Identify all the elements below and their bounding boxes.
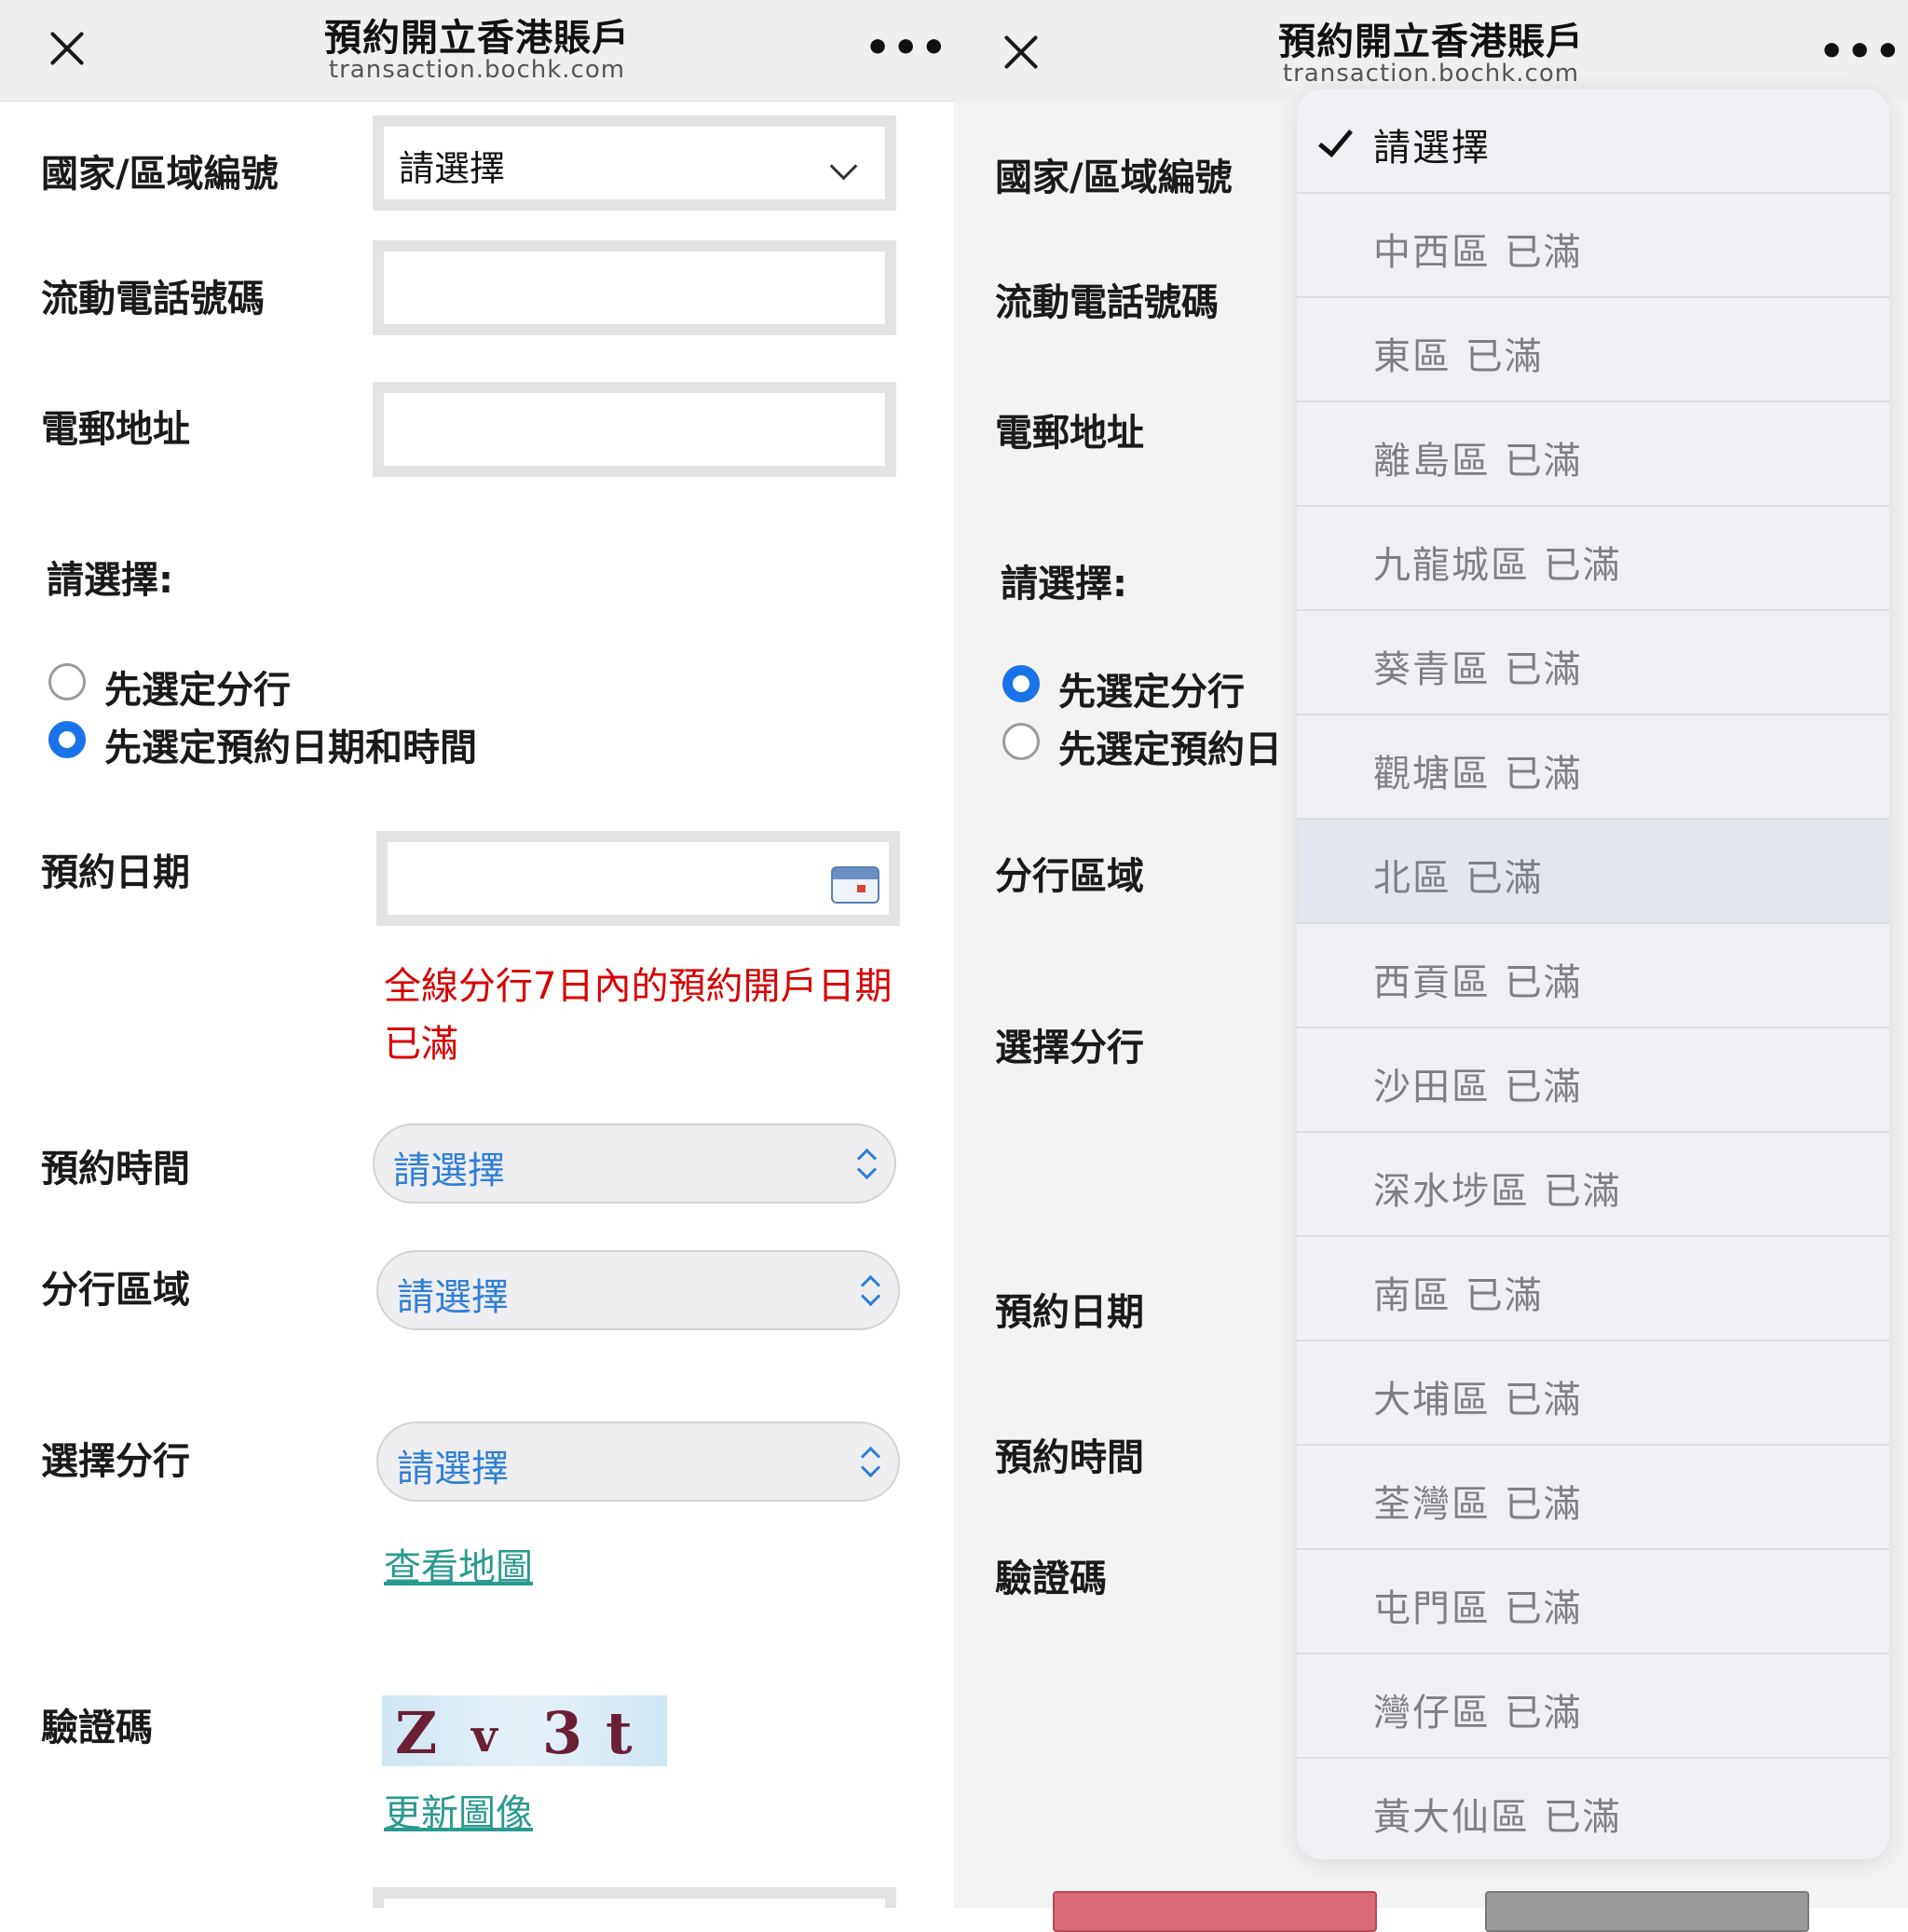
page-title: 預約開立香港賬戶	[244, 7, 710, 61]
left-screen: 預約開立香港賬戶 transaction.bochk.com ••• 國家/區域…	[0, 0, 954, 1908]
radio-branch-first-label[interactable]: 先選定分行	[104, 660, 291, 714]
browser-topbar: 預約開立香港賬戶 transaction.bochk.com •••	[0, 0, 954, 102]
dropdown-option-label: 請選擇	[1373, 117, 1491, 171]
branch-select[interactable]: 請選擇	[376, 1422, 900, 1502]
region-dropdown-menu: 請選擇 中西區 已滿東區 已滿離島區 已滿九龍城區 已滿葵青區 已滿觀塘區 已滿…	[1297, 89, 1889, 1859]
date-full-notice: 全線分行7日內的預約開戶日期已滿	[384, 958, 906, 1073]
dropdown-option-label: 九龍城區 已滿	[1373, 535, 1622, 589]
choose-heading: 請選擇:	[47, 550, 173, 604]
dropdown-option[interactable]: 北區 已滿	[1297, 820, 1889, 924]
calendar-icon[interactable]	[831, 866, 879, 904]
branch-label: 選擇分行	[41, 1431, 190, 1485]
mobile-label: 流動電話號碼	[41, 268, 265, 322]
email-label: 電郵地址	[41, 399, 190, 453]
dropdown-option[interactable]: 黃大仙區 已滿	[1297, 1759, 1889, 1859]
dropdown-option-label: 北區 已滿	[1373, 848, 1544, 902]
dropdown-option[interactable]: 西貢區 已滿	[1297, 924, 1889, 1028]
refresh-image-link[interactable]: 更新圖像	[384, 1783, 533, 1837]
dropdown-option[interactable]: 灣仔區 已滿	[1297, 1654, 1889, 1759]
email-label: 電郵地址	[995, 402, 1144, 456]
dropdown-option-label: 東區 已滿	[1373, 326, 1544, 380]
time-select[interactable]: 請選擇	[373, 1123, 896, 1204]
country-code-value: 請選擇	[399, 140, 505, 191]
captcha-label: 驗證碼	[995, 1548, 1107, 1602]
captcha-label: 驗證碼	[41, 1697, 153, 1751]
page-title: 預約開立香港賬戶	[1198, 11, 1664, 65]
dropdown-option[interactable]: 葵青區 已滿	[1297, 611, 1889, 715]
region-label: 分行區域	[41, 1259, 190, 1313]
country-code-label: 國家/區域編號	[41, 143, 279, 197]
select-arrows-icon	[855, 1146, 878, 1183]
radio-date-first-label[interactable]: 先選定預約日	[1058, 719, 1282, 773]
chevron-down-icon	[830, 153, 858, 181]
dropdown-option-label: 大埔區 已滿	[1373, 1369, 1583, 1423]
dropdown-option-label: 葵青區 已滿	[1373, 639, 1583, 693]
branch-select-value: 請選擇	[397, 1438, 509, 1492]
region-select-value: 請選擇	[397, 1267, 509, 1321]
radio-branch-first[interactable]	[48, 663, 86, 701]
dropdown-option[interactable]: 中西區 已滿	[1297, 194, 1889, 298]
dropdown-option-label: 屯門區 已滿	[1373, 1578, 1583, 1632]
mobile-field[interactable]	[373, 240, 896, 335]
checkmark-icon	[1318, 121, 1353, 157]
close-icon[interactable]	[999, 30, 1043, 75]
dropdown-option-label: 深水埗區 已滿	[1373, 1161, 1622, 1215]
time-label: 預約時間	[41, 1138, 190, 1192]
mobile-label: 流動電話號碼	[995, 272, 1219, 326]
close-icon[interactable]	[45, 26, 89, 71]
time-label: 預約時間	[995, 1427, 1144, 1481]
region-label: 分行區域	[995, 846, 1144, 900]
dropdown-option[interactable]: 九龍城區 已滿	[1297, 507, 1889, 611]
date-label: 預約日期	[41, 842, 190, 896]
reset-button[interactable]	[1485, 1891, 1809, 1932]
dropdown-option-label: 灣仔區 已滿	[1373, 1682, 1583, 1736]
country-code-select[interactable]: 請選擇	[373, 116, 896, 211]
email-field[interactable]	[373, 382, 896, 477]
page-url: transaction.bochk.com	[1198, 60, 1664, 88]
dropdown-option[interactable]: 東區 已滿	[1297, 298, 1889, 402]
dropdown-option[interactable]: 荃灣區 已滿	[1297, 1446, 1889, 1550]
more-icon[interactable]: •••	[1819, 43, 1902, 61]
page-url: transaction.bochk.com	[244, 56, 710, 84]
radio-date-first[interactable]	[1002, 723, 1040, 760]
dropdown-option-label: 沙田區 已滿	[1373, 1056, 1583, 1110]
radio-date-first[interactable]	[48, 721, 86, 758]
browser-topbar: 預約開立香港賬戶 transaction.bochk.com •••	[954, 0, 1908, 102]
submit-button[interactable]	[1053, 1891, 1377, 1932]
view-map-link[interactable]: 查看地圖	[384, 1537, 533, 1591]
select-arrows-icon	[859, 1272, 881, 1310]
captcha-field[interactable]	[373, 1887, 896, 1908]
dropdown-option-label: 西貢區 已滿	[1373, 952, 1583, 1006]
date-label: 預約日期	[995, 1282, 1144, 1336]
dropdown-option-label: 中西區 已滿	[1373, 222, 1583, 276]
dropdown-option[interactable]: 沙田區 已滿	[1297, 1028, 1889, 1133]
region-select[interactable]: 請選擇	[376, 1250, 900, 1330]
dropdown-option[interactable]: 大埔區 已滿	[1297, 1341, 1889, 1446]
dropdown-option-label: 黃大仙區 已滿	[1373, 1787, 1622, 1841]
time-select-value: 請選擇	[393, 1140, 505, 1194]
radio-date-first-label[interactable]: 先選定預約日期和時間	[104, 717, 477, 771]
dropdown-option-label: 離島區 已滿	[1373, 430, 1583, 484]
dropdown-option-label: 觀塘區 已滿	[1373, 743, 1583, 797]
dropdown-option-selected[interactable]: 請選擇	[1297, 89, 1889, 194]
more-icon[interactable]: •••	[865, 39, 948, 58]
captcha-image: Z v 3 t	[382, 1695, 667, 1766]
country-code-label: 國家/區域編號	[995, 147, 1233, 201]
dropdown-option[interactable]: 南區 已滿	[1297, 1237, 1889, 1341]
radio-branch-first-label[interactable]: 先選定分行	[1058, 661, 1245, 715]
dropdown-option-label: 南區 已滿	[1373, 1265, 1544, 1319]
select-arrows-icon	[859, 1444, 881, 1481]
dropdown-option-label: 荃灣區 已滿	[1373, 1474, 1583, 1528]
dropdown-option[interactable]: 離島區 已滿	[1297, 402, 1889, 507]
dropdown-option[interactable]: 屯門區 已滿	[1297, 1550, 1889, 1654]
date-field[interactable]	[376, 831, 900, 926]
radio-branch-first[interactable]	[1002, 665, 1040, 702]
branch-label: 選擇分行	[995, 1017, 1144, 1071]
dropdown-option[interactable]: 深水埗區 已滿	[1297, 1133, 1889, 1237]
choose-heading: 請選擇:	[1001, 553, 1127, 607]
dropdown-option[interactable]: 觀塘區 已滿	[1297, 715, 1889, 820]
